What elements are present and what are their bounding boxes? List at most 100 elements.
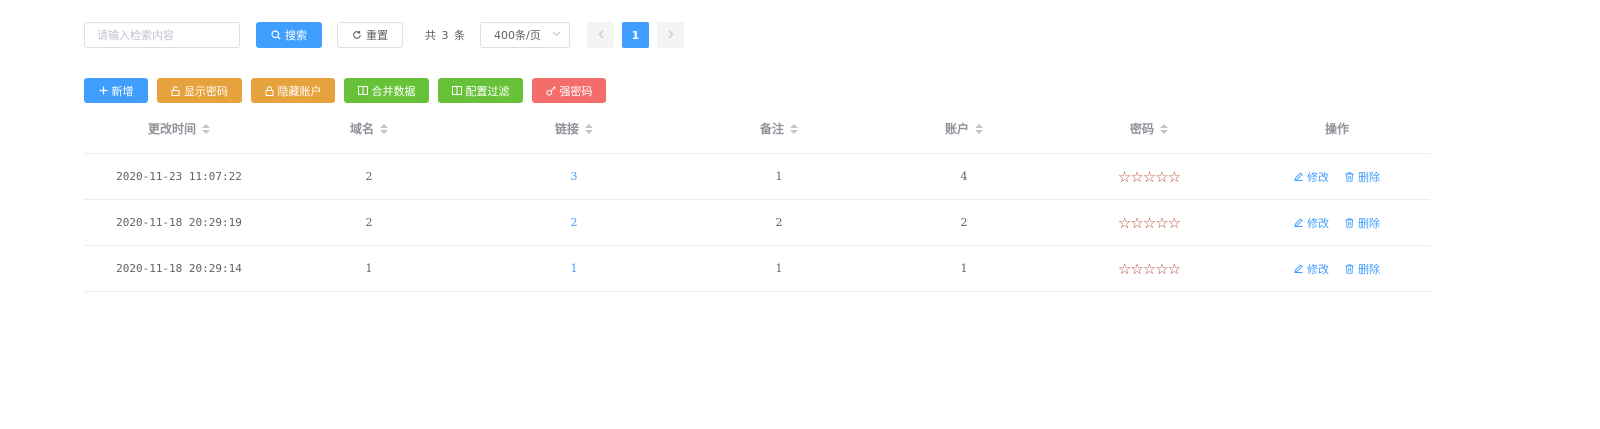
sort-icon[interactable] <box>585 123 593 134</box>
delete-button[interactable]: 删除 <box>1345 169 1380 185</box>
unlock-icon <box>171 85 180 96</box>
merge-data-label: 合并数据 <box>371 84 416 98</box>
search-button[interactable]: 搜索 <box>256 22 322 48</box>
cell-note: 1 <box>775 170 783 183</box>
cell-time: 2020-11-23 11:07:22 <box>116 170 242 183</box>
table-row: 2020-11-18 20:29:14 1 1 1 1 ☆☆☆☆☆ 修改 删除 <box>84 246 1430 292</box>
table-header: 更改时间 域名 链接 备注 账户 密码 操作 <box>84 104 1430 154</box>
config-filter-button[interactable]: 配置过滤 <box>438 78 523 103</box>
edit-icon <box>1294 218 1303 227</box>
edit-icon <box>1294 264 1303 273</box>
key-icon <box>545 86 556 96</box>
delete-button[interactable]: 删除 <box>1345 261 1380 277</box>
column-header-label: 密码 <box>1129 122 1154 136</box>
column-header-note[interactable]: 备注 <box>684 120 874 137</box>
edit-label: 修改 <box>1307 170 1329 184</box>
strong-password-label: 强密码 <box>559 84 593 98</box>
config-filter-label: 配置过滤 <box>465 84 510 98</box>
cell-time: 2020-11-18 20:29:14 <box>116 262 242 275</box>
hide-account-label: 隐藏账户 <box>277 84 322 98</box>
cell-note: 2 <box>775 216 783 229</box>
cell-account: 2 <box>960 216 968 229</box>
sort-icon[interactable] <box>975 123 983 134</box>
strong-password-button[interactable]: 强密码 <box>532 78 606 103</box>
column-header-time[interactable]: 更改时间 <box>84 120 274 137</box>
column-header-label: 备注 <box>759 122 784 136</box>
cell-link[interactable]: 1 <box>464 262 684 275</box>
column-header-label: 域名 <box>349 122 374 136</box>
refresh-icon <box>352 30 362 40</box>
page-size-value: 400条/页 <box>494 29 541 42</box>
edit-button[interactable]: 修改 <box>1294 261 1329 277</box>
cell-domain: 2 <box>365 170 373 183</box>
data-table: 更改时间 域名 链接 备注 账户 密码 操作 2020-11-23 11:07:… <box>84 104 1430 292</box>
column-header-label: 账户 <box>944 122 969 136</box>
show-password-label: 显示密码 <box>184 84 228 98</box>
search-input[interactable] <box>84 22 240 48</box>
row-actions: 修改 删除 <box>1244 261 1430 277</box>
plus-icon <box>99 86 108 95</box>
cell-time: 2020-11-18 20:29:19 <box>116 216 242 229</box>
search-icon <box>271 30 281 40</box>
sort-icon[interactable] <box>1160 123 1168 134</box>
sort-icon[interactable] <box>380 123 388 134</box>
delete-label: 删除 <box>1358 170 1380 184</box>
chevron-down-icon <box>552 30 561 40</box>
next-page-button[interactable] <box>657 22 684 48</box>
password-stars: ☆☆☆☆☆ <box>1117 167 1181 186</box>
column-header-label: 操作 <box>1324 122 1349 136</box>
merge-data-button[interactable]: 合并数据 <box>344 78 429 103</box>
column-header-ops: 操作 <box>1244 120 1430 137</box>
table-row: 2020-11-23 11:07:22 2 3 1 4 ☆☆☆☆☆ 修改 删除 <box>84 154 1430 200</box>
trash-icon <box>1345 263 1354 274</box>
chevron-right-icon <box>668 29 674 42</box>
reset-button[interactable]: 重置 <box>337 22 403 48</box>
search-button-label: 搜索 <box>285 29 307 42</box>
cell-note: 1 <box>775 262 783 275</box>
action-toolbar: 新增 显示密码 隐藏账户 合并数据 配置过滤 强密码 <box>84 78 615 103</box>
delete-label: 删除 <box>1358 262 1380 276</box>
pagination: 1 <box>587 22 692 48</box>
cell-domain: 2 <box>365 216 373 229</box>
cell-domain: 1 <box>365 262 373 275</box>
top-toolbar: 搜索 重置 共 3 条 400条/页 1 <box>84 22 692 48</box>
column-header-link[interactable]: 链接 <box>464 120 684 137</box>
edit-button[interactable]: 修改 <box>1294 215 1329 231</box>
lock-icon <box>265 85 274 96</box>
column-header-password[interactable]: 密码 <box>1054 120 1244 137</box>
sort-icon[interactable] <box>790 123 798 134</box>
cell-account: 1 <box>960 262 968 275</box>
column-header-account[interactable]: 账户 <box>874 120 1054 137</box>
cell-link[interactable]: 3 <box>464 170 684 183</box>
total-count: 共 3 条 <box>425 29 466 42</box>
edit-label: 修改 <box>1307 216 1329 230</box>
page-size-select[interactable]: 400条/页 <box>480 22 570 48</box>
chevron-left-icon <box>598 29 604 42</box>
trash-icon <box>1345 171 1354 182</box>
columns-icon <box>451 86 462 95</box>
column-header-domain[interactable]: 域名 <box>274 120 464 137</box>
edit-label: 修改 <box>1307 262 1329 276</box>
row-actions: 修改 删除 <box>1244 215 1430 231</box>
edit-icon <box>1294 172 1303 181</box>
reset-button-label: 重置 <box>366 29 388 42</box>
row-actions: 修改 删除 <box>1244 169 1430 185</box>
prev-page-button[interactable] <box>587 22 614 48</box>
show-password-button[interactable]: 显示密码 <box>157 78 242 103</box>
add-button-label: 新增 <box>111 84 134 98</box>
cell-link[interactable]: 2 <box>464 216 684 229</box>
cell-account: 4 <box>960 170 968 183</box>
hide-account-button[interactable]: 隐藏账户 <box>251 78 335 103</box>
columns-icon <box>357 86 368 95</box>
delete-button[interactable]: 删除 <box>1345 215 1380 231</box>
column-header-label: 更改时间 <box>147 122 196 136</box>
trash-icon <box>1345 217 1354 228</box>
password-stars: ☆☆☆☆☆ <box>1117 259 1181 278</box>
delete-label: 删除 <box>1358 216 1380 230</box>
page-number-button[interactable]: 1 <box>622 22 649 48</box>
password-stars: ☆☆☆☆☆ <box>1117 213 1181 232</box>
table-row: 2020-11-18 20:29:19 2 2 2 2 ☆☆☆☆☆ 修改 删除 <box>84 200 1430 246</box>
add-button[interactable]: 新增 <box>84 78 148 103</box>
sort-icon[interactable] <box>202 123 210 134</box>
edit-button[interactable]: 修改 <box>1294 169 1329 185</box>
